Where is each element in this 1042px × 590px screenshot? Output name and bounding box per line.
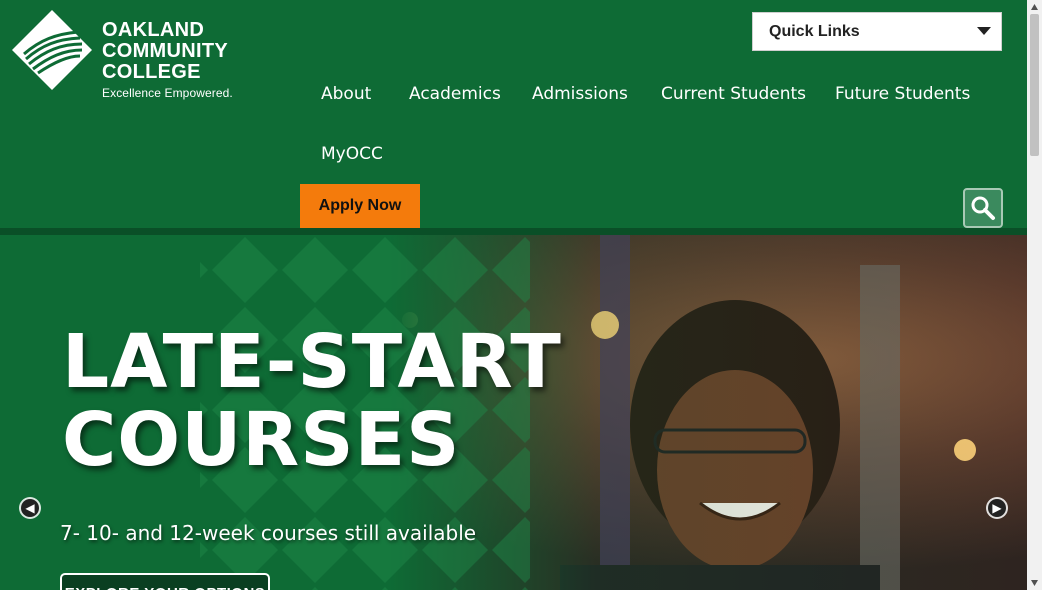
carousel-next-button[interactable]: ▶ — [988, 499, 1006, 517]
search-button[interactable] — [963, 188, 1003, 228]
logo-wordmark: OAKLAND COMMUNITY COLLEGE Excellence Emp… — [102, 19, 233, 101]
nav-current-students[interactable]: Current Students — [661, 84, 806, 104]
nav-myocc[interactable]: MyOCC — [321, 144, 383, 164]
hero-title: LATE-START COURSES — [62, 323, 562, 479]
explore-options-button[interactable]: EXPLORE YOUR OPTIONS — [60, 573, 270, 590]
logo-line-2: COMMUNITY — [102, 40, 229, 62]
quick-links-label: Quick Links — [769, 23, 860, 40]
logo-line-1: OAKLAND — [102, 19, 205, 41]
nav-future-students[interactable]: Future Students — [835, 84, 970, 104]
scroll-up-icon[interactable] — [1030, 3, 1039, 11]
apply-now-button[interactable]: Apply Now — [300, 184, 420, 228]
logo-line-3: COLLEGE — [102, 61, 201, 83]
hero-subtitle: 7- 10- and 12-week courses still availab… — [60, 521, 477, 545]
chevron-left-icon: ◀ — [25, 501, 35, 515]
chevron-down-icon — [977, 27, 991, 35]
site-header: OAKLAND COMMUNITY COLLEGE Excellence Emp… — [0, 0, 1027, 234]
nav-admissions[interactable]: Admissions — [532, 84, 628, 104]
chevron-right-icon: ▶ — [992, 501, 1002, 515]
nav-about[interactable]: About — [321, 84, 371, 104]
hero-title-line-2: COURSES — [62, 397, 461, 483]
nav-academics[interactable]: Academics — [409, 84, 501, 104]
quick-links-dropdown[interactable]: Quick Links — [752, 12, 1002, 51]
scroll-down-icon[interactable] — [1030, 579, 1039, 587]
college-logo[interactable]: OAKLAND COMMUNITY COLLEGE Excellence Emp… — [12, 10, 252, 100]
search-icon — [971, 196, 995, 220]
hero-carousel: LATE-START COURSES 7- 10- and 12-week co… — [0, 235, 1027, 590]
hero-title-line-1: LATE-START — [62, 319, 562, 405]
scrollbar-thumb[interactable] — [1030, 14, 1039, 156]
header-divider — [0, 228, 1027, 235]
logo-tagline: Excellence Empowered. — [102, 86, 233, 100]
logo-diamond-icon — [12, 10, 92, 90]
carousel-prev-button[interactable]: ◀ — [21, 499, 39, 517]
